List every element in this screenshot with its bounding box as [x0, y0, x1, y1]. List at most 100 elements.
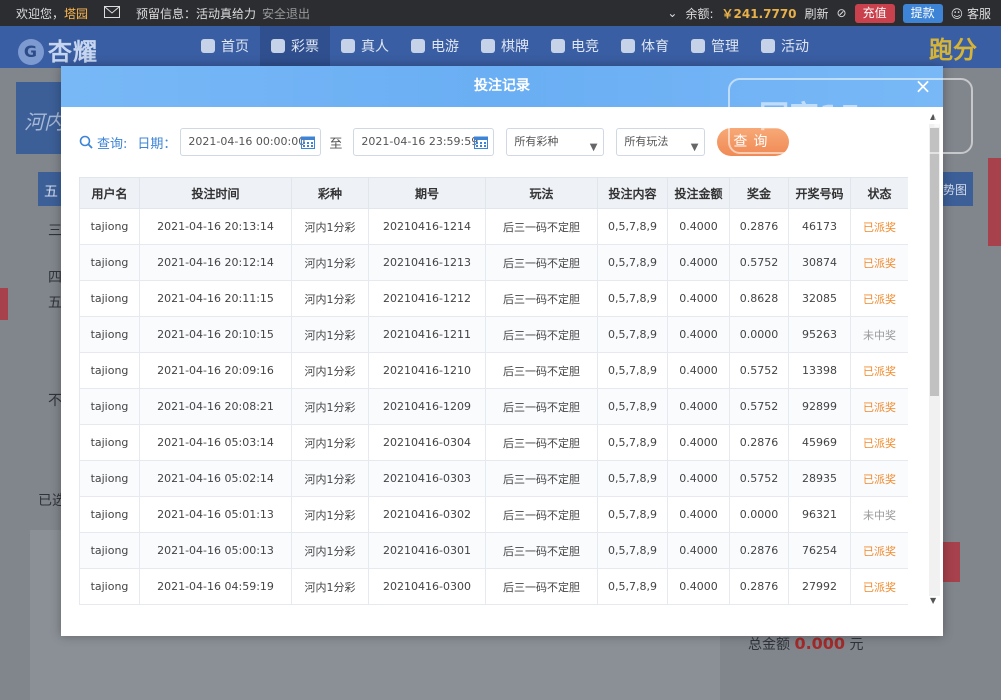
modal-scrollbar[interactable]: ▲ ▼	[928, 112, 941, 608]
table-cell: 0.4000	[667, 496, 730, 533]
nav-chess[interactable]: 棋牌	[470, 26, 540, 68]
to-label: 至	[329, 136, 343, 152]
table-row[interactable]: tajiong 2021-04-16 20:13:14 河内1分彩 20210416-…	[79, 208, 908, 245]
lottery-select[interactable]: 所有彩种 ▼	[506, 128, 605, 156]
nav-sports[interactable]: 体育	[610, 26, 680, 68]
table-cell: 后三一码不定胆	[485, 244, 598, 281]
table-cell: tajiong	[79, 388, 140, 425]
table-cell: 0.0000	[729, 496, 789, 533]
table-cell: 0,5,7,8,9	[597, 532, 668, 569]
table-cell: 2021-04-16 20:12:14	[139, 244, 292, 281]
table-row[interactable]: tajiong 2021-04-16 20:10:15 河内1分彩 20210416-…	[79, 316, 908, 353]
start-date-input[interactable]: 2021-04-16 00:00:00	[180, 128, 322, 156]
site-logo[interactable]: G 杏耀	[18, 32, 98, 67]
notice-text: 预留信息：活动真给力	[136, 6, 257, 21]
table-cell: 后三一码不定胆	[485, 352, 598, 389]
diamond-icon	[271, 39, 285, 53]
bg-lottery-title: 河内	[24, 110, 64, 134]
table-cell: 46173	[788, 208, 851, 245]
nav-lottery[interactable]: 彩票	[260, 26, 330, 68]
table-cell: 河内1分彩	[291, 244, 369, 281]
scroll-down-icon[interactable]: ▼	[930, 596, 936, 605]
table-cell: 后三一码不定胆	[485, 532, 598, 569]
table-cell: 13398	[788, 352, 851, 389]
chevron-down-icon[interactable]: ⌄	[667, 6, 677, 20]
calendar-icon[interactable]	[474, 135, 489, 149]
column-header: 期号	[368, 177, 486, 209]
nav-manage[interactable]: 管理	[680, 26, 750, 68]
table-cell: 0.4000	[667, 460, 730, 497]
table-row[interactable]: tajiong 2021-04-16 20:08:21 河内1分彩 20210416-…	[79, 388, 908, 425]
date-label: 日期：	[137, 136, 177, 152]
logout-link[interactable]: 安全退出	[262, 5, 310, 22]
mail-icon[interactable]	[104, 5, 121, 21]
nav-label: 棋牌	[501, 39, 529, 55]
calendar-icon[interactable]	[301, 135, 316, 149]
table-cell: 后三一码不定胆	[485, 388, 598, 425]
table-cell: 0,5,7,8,9	[597, 460, 668, 497]
table-cell: 2021-04-16 05:03:14	[139, 424, 292, 461]
table-cell: tajiong	[79, 568, 140, 605]
status-cell: 已派奖	[850, 388, 908, 425]
table-cell: 河内1分彩	[291, 280, 369, 317]
table-row[interactable]: tajiong 2021-04-16 05:03:14 河内1分彩 20210416-…	[79, 424, 908, 461]
table-cell: 0.2876	[729, 424, 789, 461]
table-row[interactable]: tajiong 2021-04-16 05:01:13 河内1分彩 20210416-…	[79, 496, 908, 533]
nav-home[interactable]: 首页	[190, 26, 260, 68]
column-header: 状态	[850, 177, 908, 209]
gift-icon	[761, 39, 775, 53]
table-cell: 河内1分彩	[291, 496, 369, 533]
nav-activity[interactable]: 活动	[750, 26, 820, 68]
table-row[interactable]: tajiong 2021-04-16 05:02:14 河内1分彩 20210416-…	[79, 460, 908, 497]
service-link[interactable]: ☺ 客服	[951, 5, 991, 22]
main-nav: G 杏耀 首页 彩票 真人 电游 棋牌 电竞 体育 管理 活动 跑分	[0, 26, 1001, 68]
table-cell: 0.5752	[729, 388, 789, 425]
table-cell: 2021-04-16 20:10:15	[139, 316, 292, 353]
table-cell: 2021-04-16 20:09:16	[139, 352, 292, 389]
column-header: 彩种	[291, 177, 369, 209]
table-cell: 27992	[788, 568, 851, 605]
table-row[interactable]: tajiong 2021-04-16 20:12:14 河内1分彩 20210416-…	[79, 244, 908, 281]
table-cell: tajiong	[79, 496, 140, 533]
nav-label: 体育	[641, 39, 669, 55]
play-select[interactable]: 所有玩法 ▼	[616, 128, 706, 156]
table-cell: 2021-04-16 05:02:14	[139, 460, 292, 497]
table-row[interactable]: tajiong 2021-04-16 04:59:19 河内1分彩 20210416-…	[79, 568, 908, 605]
table-row[interactable]: tajiong 2021-04-16 05:00:13 河内1分彩 20210416-…	[79, 532, 908, 569]
nav-label: 电游	[431, 39, 459, 55]
eye-off-icon[interactable]: ⊘	[837, 6, 847, 20]
table-cell: 0.4000	[667, 244, 730, 281]
end-date-input[interactable]: 2021-04-16 23:59:59	[353, 128, 495, 156]
nav-slots[interactable]: 电游	[400, 26, 470, 68]
table-row[interactable]: tajiong 2021-04-16 20:09:16 河内1分彩 20210416-…	[79, 352, 908, 389]
withdraw-button[interactable]: 提款	[902, 3, 943, 23]
nav-live[interactable]: 真人	[330, 26, 400, 68]
table-cell: 0.4000	[667, 316, 730, 353]
column-header: 玩法	[485, 177, 598, 209]
table-cell: 0.4000	[667, 568, 730, 605]
logo-icon: G	[18, 39, 44, 65]
table-cell: 0.4000	[667, 352, 730, 389]
bg-text-4: 不	[48, 393, 62, 409]
table-cell: 河内1分彩	[291, 208, 369, 245]
recharge-button[interactable]: 充值	[854, 3, 895, 23]
welcome-label: 欢迎您，	[16, 6, 65, 21]
table-cell: 20210416-1214	[368, 208, 486, 245]
column-header: 开奖号码	[788, 177, 851, 209]
table-cell: 0.2876	[729, 208, 789, 245]
table-cell: 河内1分彩	[291, 460, 369, 497]
top-bar: 欢迎您，塔园 预留信息：活动真给力 安全退出 ⌄ 余额: ￥241.7770 刷…	[0, 0, 1001, 26]
nav-paofen[interactable]: 跑分	[929, 30, 977, 65]
table-row[interactable]: tajiong 2021-04-16 20:11:15 河内1分彩 20210416-…	[79, 280, 908, 317]
scrollbar-thumb[interactable]	[930, 128, 939, 396]
column-header: 投注内容	[597, 177, 668, 209]
username[interactable]: 塔园	[64, 7, 88, 21]
refresh-link[interactable]: 刷新	[805, 5, 829, 22]
table-cell: tajiong	[79, 424, 140, 461]
table-cell: 后三一码不定胆	[485, 208, 598, 245]
nav-esports[interactable]: 电竞	[540, 26, 610, 68]
table-cell: 20210416-1210	[368, 352, 486, 389]
column-header: 奖金	[729, 177, 789, 209]
table-cell: 20210416-1209	[368, 388, 486, 425]
nav-items: 首页 彩票 真人 电游 棋牌 电竞 体育 管理 活动	[190, 26, 820, 68]
